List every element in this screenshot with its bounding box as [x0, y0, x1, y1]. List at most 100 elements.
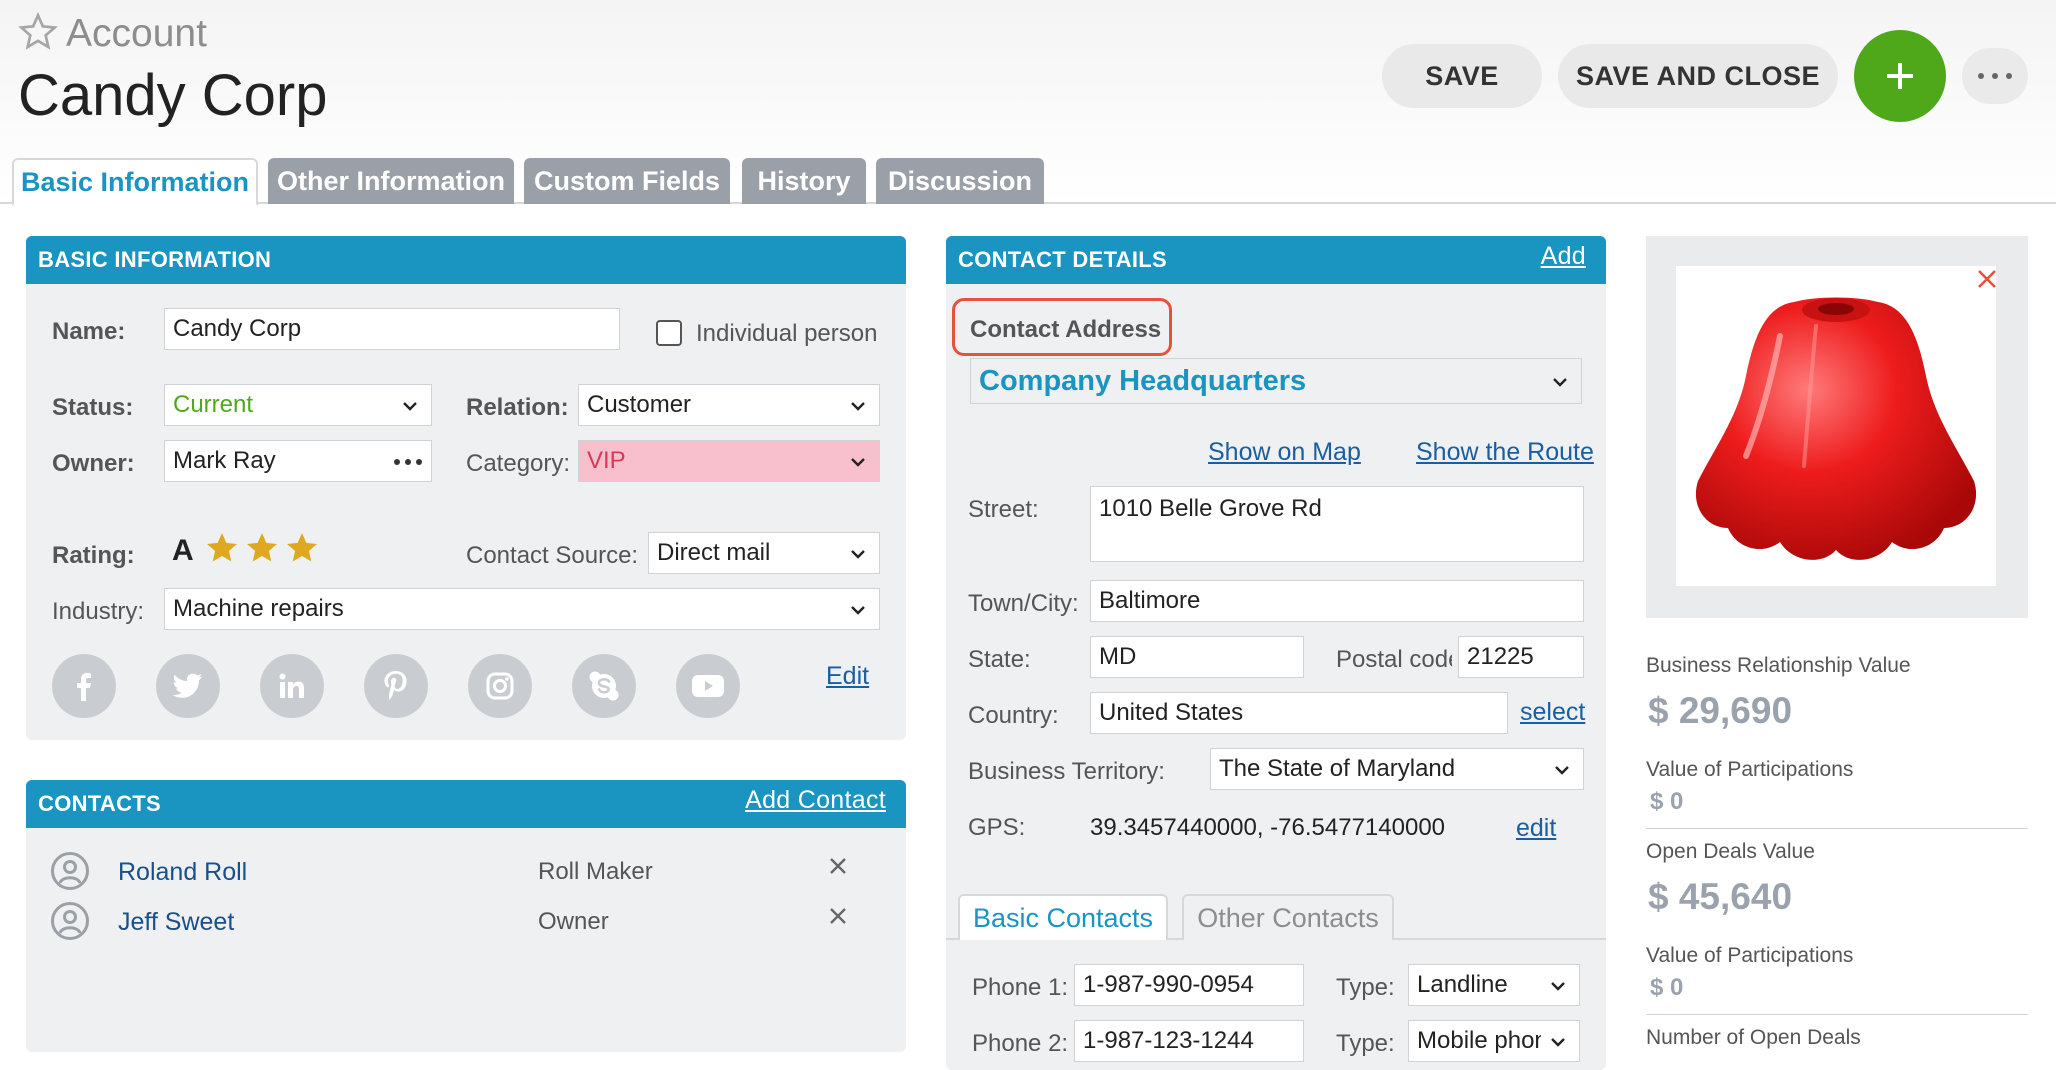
dot-icon	[1978, 73, 1984, 79]
town-input[interactable]: Baltimore	[1090, 580, 1584, 622]
phone2-type-value: Mobile phone	[1417, 1027, 1541, 1054]
instagram-glyph	[486, 672, 514, 700]
type2-label: Type:	[1336, 1030, 1395, 1057]
country-input[interactable]: United States	[1090, 692, 1508, 734]
linkedin-glyph	[279, 673, 304, 698]
owner-input[interactable]: Mark Ray	[164, 440, 432, 482]
tab-custom-fields[interactable]: Custom Fields	[524, 158, 730, 204]
linkedin-icon[interactable]	[260, 654, 324, 718]
contact-source-select[interactable]: Direct mail	[648, 532, 880, 574]
more-options-button[interactable]	[1962, 48, 2028, 104]
contact-source-label: Contact Source:	[466, 542, 639, 569]
edit-social-link[interactable]: Edit	[826, 662, 869, 691]
gps-edit-link[interactable]: edit	[1516, 814, 1556, 843]
name-label: Name:	[52, 318, 126, 345]
phone1-type-select[interactable]: Landline	[1408, 964, 1580, 1006]
select-country-link[interactable]: select	[1520, 698, 1585, 727]
business-relationship-value-label: Business Relationship Value	[1646, 654, 1911, 677]
rating-grade: A	[172, 534, 194, 567]
skype-icon[interactable]	[572, 654, 636, 718]
rating-stars[interactable]	[204, 530, 324, 570]
state-input[interactable]: MD	[1090, 636, 1304, 678]
chevron-down-icon	[851, 458, 865, 467]
avatar	[51, 852, 89, 890]
chevron-down-icon	[1551, 1038, 1565, 1047]
gps-value: 39.3457440000, -76.5477140000	[1090, 814, 1446, 841]
tab-other-information[interactable]: Other Information	[268, 158, 514, 204]
save-and-close-button[interactable]: SAVE AND CLOSE	[1558, 44, 1838, 108]
account-image-frame	[1646, 236, 2028, 618]
country-label: Country:	[968, 702, 1059, 729]
close-icon[interactable]	[1976, 268, 1998, 290]
open-deals-value: $ 45,640	[1648, 876, 1793, 917]
contact-address-select[interactable]: Company Headquarters	[970, 358, 1582, 404]
panel-heading: BASIC INFORMATION	[26, 236, 906, 284]
rating-star-icon[interactable]	[244, 530, 280, 566]
add-button[interactable]	[1854, 30, 1946, 122]
phone2-type-select[interactable]: Mobile phone	[1408, 1020, 1580, 1062]
industry-select[interactable]: Machine repairs	[164, 588, 880, 630]
contact-name-link[interactable]: Jeff Sweet	[118, 908, 234, 937]
youtube-glyph	[692, 675, 724, 697]
subtab-other-contacts[interactable]: Other Contacts	[1182, 894, 1394, 940]
chevron-down-icon	[1553, 378, 1567, 387]
avatar	[51, 902, 89, 940]
postal-code-input[interactable]: 21225	[1458, 636, 1584, 678]
phone2-label: Phone 2:	[972, 1030, 1069, 1057]
relation-value: Customer	[587, 391, 692, 418]
facebook-icon[interactable]	[52, 654, 116, 718]
pinterest-icon[interactable]	[364, 654, 428, 718]
category-select[interactable]: VIP	[578, 440, 880, 482]
rating-star-icon[interactable]	[284, 530, 320, 566]
star-favorite-icon[interactable]	[18, 12, 58, 52]
save-button[interactable]: SAVE	[1382, 44, 1542, 108]
individual-person-label: Individual person	[696, 320, 878, 347]
youtube-icon[interactable]	[676, 654, 740, 718]
twitter-icon[interactable]	[156, 654, 220, 718]
rating-star-icon[interactable]	[204, 530, 240, 566]
contact-role: Roll Maker	[538, 858, 653, 885]
individual-person-checkbox[interactable]	[656, 320, 682, 346]
instagram-icon[interactable]	[468, 654, 532, 718]
phone1-input[interactable]: 1-987-990-0954	[1074, 964, 1304, 1006]
panel-heading-text: BASIC INFORMATION	[38, 247, 272, 272]
show-on-map-link[interactable]: Show on Map	[1208, 438, 1361, 467]
street-input[interactable]: 1010 Belle Grove Rd	[1090, 486, 1584, 562]
contact-address-label: Contact Address	[970, 316, 1162, 343]
remove-contact-icon[interactable]	[828, 856, 848, 876]
record-type-label: Account	[66, 12, 207, 55]
status-value: Current	[173, 391, 254, 418]
contact-name-link[interactable]: Roland Roll	[118, 858, 247, 887]
panel-heading: CONTACT DETAILS Add	[946, 236, 1606, 284]
contact-address-value: Company Headquarters	[979, 364, 1307, 397]
user-icon	[58, 860, 82, 884]
ellipsis-icon[interactable]	[393, 458, 423, 466]
name-input[interactable]: Candy Corp	[164, 308, 620, 350]
relation-label: Relation:	[466, 394, 569, 421]
remove-contact-icon[interactable]	[828, 906, 848, 926]
account-image[interactable]	[1676, 266, 1996, 586]
business-territory-select[interactable]: The State of Maryland	[1210, 748, 1584, 790]
add-contact-detail-link[interactable]: Add	[1541, 242, 1586, 271]
phone1-type-value: Landline	[1417, 971, 1508, 998]
dot-icon	[1992, 73, 1998, 79]
chevron-down-icon	[403, 402, 417, 411]
divider	[1646, 1014, 2028, 1015]
relation-select[interactable]: Customer	[578, 384, 880, 426]
tab-basic-information[interactable]: Basic Information	[12, 158, 258, 206]
status-select[interactable]: Current	[164, 384, 432, 426]
subtab-basic-contacts[interactable]: Basic Contacts	[958, 894, 1168, 940]
show-route-link[interactable]: Show the Route	[1416, 438, 1594, 467]
category-label: Category:	[466, 450, 571, 477]
divider	[1646, 828, 2028, 829]
owner-label: Owner:	[52, 450, 135, 477]
add-contact-link[interactable]: Add Contact	[745, 786, 886, 815]
page-title: Candy Corp	[18, 63, 328, 128]
postal-code-label: Postal code	[1336, 646, 1452, 673]
town-label: Town/City:	[968, 590, 1079, 617]
tab-history[interactable]: History	[742, 158, 866, 204]
tab-discussion[interactable]: Discussion	[876, 158, 1044, 204]
phone2-input[interactable]: 1-987-123-1244	[1074, 1020, 1304, 1062]
rating-label: Rating:	[52, 542, 135, 569]
contact-role: Owner	[538, 908, 609, 935]
